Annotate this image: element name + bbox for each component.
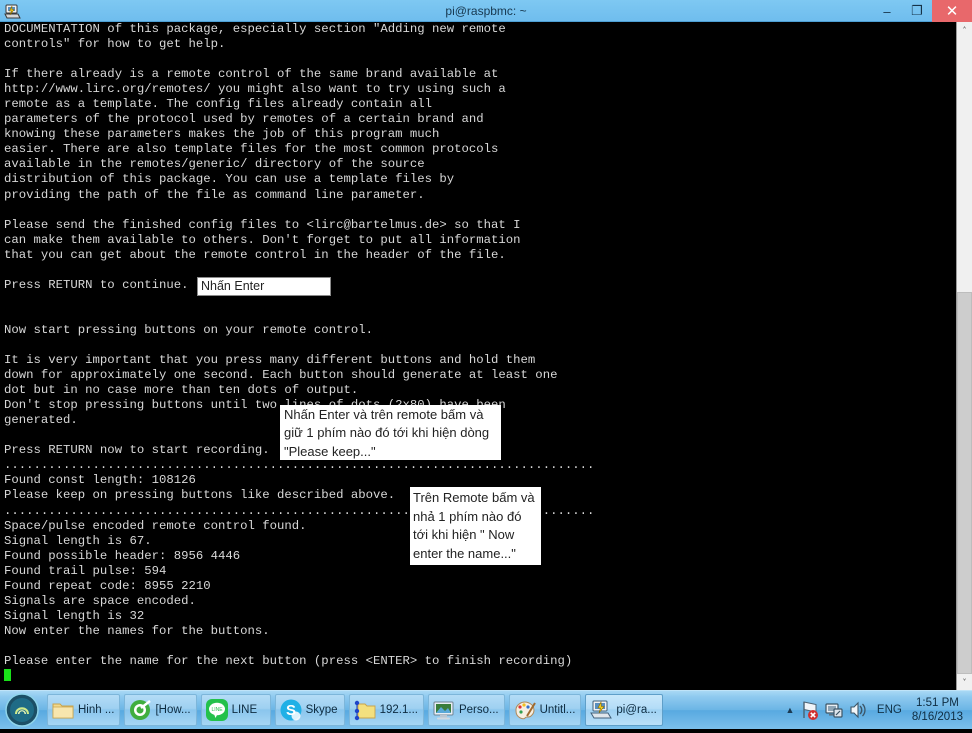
clock[interactable]: 1:51 PM 8/16/2013 xyxy=(909,696,970,724)
close-button[interactable]: ✕ xyxy=(932,0,972,22)
action-center-flag-icon[interactable] xyxy=(799,699,821,721)
language-indicator[interactable]: ENG xyxy=(870,704,909,716)
terminal-line: Please send the finished config files to… xyxy=(4,217,521,232)
terminal-line: If there already is a remote control of … xyxy=(4,67,499,82)
terminal-line: ........................................… xyxy=(4,458,595,473)
terminal-line: down for approximately one second. Each … xyxy=(4,368,558,383)
taskbar-item-putty[interactable]: pi@ra... xyxy=(585,694,663,726)
terminal-line: http://www.lirc.org/remotes/ you might a… xyxy=(4,82,506,97)
annotation-hold-button: Nhấn Enter và trên remote bấm và giữ 1 p… xyxy=(280,405,501,460)
taskbar-buttons: Hinh ... [How... LINE LINE S Skype 192.1… xyxy=(47,693,782,727)
terminal-line: easier. There are also template files fo… xyxy=(4,142,499,157)
terminal-line: Found trail pulse: 594 xyxy=(4,563,167,578)
line-app-icon: LINE xyxy=(205,698,229,722)
volume-icon[interactable] xyxy=(847,699,869,721)
paint-icon xyxy=(513,698,537,722)
annotation-press-release-button: Trên Remote bấm và nhả 1 phím nào đó tới… xyxy=(410,487,541,565)
terminal-line: remote as a template. The config files a… xyxy=(4,97,433,112)
taskbar-item-label: Skype xyxy=(305,704,338,716)
terminal-line: can make them available to others. Don't… xyxy=(4,232,521,247)
terminal-line: Please enter the name for the next butto… xyxy=(4,653,573,668)
system-tray: ▲ ENG 1:51 PM 8/16/2013 xyxy=(782,691,970,729)
terminal-scrollbar[interactable]: ˄ ˅ xyxy=(956,22,972,690)
block-cursor xyxy=(4,669,11,682)
terminal-line: providing the path of the file as comman… xyxy=(4,187,425,202)
show-hidden-icons-button[interactable]: ▲ xyxy=(782,695,798,725)
annotation-press-enter: Nhấn Enter xyxy=(197,277,331,296)
terminal-line: knowing these parameters makes the job o… xyxy=(4,127,440,142)
taskbar-item-network-folder[interactable]: 192.1... xyxy=(348,694,424,726)
terminal-line: Now start pressing buttons on your remot… xyxy=(4,322,373,337)
window-title: pi@raspbmc: ~ xyxy=(445,3,527,18)
taskbar-item-browser[interactable]: [How... xyxy=(124,694,197,726)
start-button[interactable] xyxy=(3,692,41,728)
terminal-line: controls" for how to get help. xyxy=(4,37,226,52)
scroll-up-arrow-icon[interactable]: ˄ xyxy=(957,22,972,38)
display-icon xyxy=(432,698,456,722)
taskbar-item-label: Perso... xyxy=(458,704,499,716)
terminal-output[interactable]: DOCUMENTATION of this package, especiall… xyxy=(0,22,956,690)
taskbar-item-label: 192.1... xyxy=(379,704,418,716)
clock-date: 8/16/2013 xyxy=(911,711,963,723)
network-icon[interactable] xyxy=(823,699,845,721)
network-folder-icon xyxy=(353,698,377,722)
terminal-line: Found repeat code: 8955 2210 xyxy=(4,578,211,593)
terminal-line: parameters of the protocol used by remot… xyxy=(4,112,484,127)
minimize-button[interactable]: – xyxy=(872,0,902,22)
terminal-line: Signal length is 32 xyxy=(4,608,145,623)
terminal-line: distribution of this package. You can us… xyxy=(4,172,455,187)
window-titlebar[interactable]: pi@raspbmc: ~ – ❐ ✕ xyxy=(0,0,972,22)
terminal-line: Now enter the names for the buttons. xyxy=(4,623,270,638)
taskbar-item-label: Untitl... xyxy=(539,704,576,716)
windows-taskbar: Hinh ... [How... LINE LINE S Skype 192.1… xyxy=(0,690,972,729)
maximize-button[interactable]: ❐ xyxy=(902,0,932,22)
terminal-line: DOCUMENTATION of this package, especiall… xyxy=(4,22,506,36)
terminal-line: dot but in no case more than ten dots of… xyxy=(4,383,359,398)
terminal-line: that you can get about the remote contro… xyxy=(4,247,506,262)
terminal-line: available in the remotes/generic/ direct… xyxy=(4,157,425,172)
svg-text:LINE: LINE xyxy=(211,707,223,713)
taskbar-item-line[interactable]: LINE LINE xyxy=(200,694,271,726)
terminal-cursor-line xyxy=(4,669,956,684)
terminal-line: It is very important that you press many… xyxy=(4,353,536,368)
taskbar-item-hinh[interactable]: Hinh ... xyxy=(47,694,121,726)
taskbar-item-label: pi@ra... xyxy=(616,704,657,716)
taskbar-item-personalize[interactable]: Perso... xyxy=(427,694,505,726)
clock-time: 1:51 PM xyxy=(916,697,959,709)
taskbar-item-label: Hinh ... xyxy=(78,704,115,716)
folder-icon xyxy=(51,698,75,722)
browser-icon xyxy=(128,698,152,722)
skype-icon: S xyxy=(279,698,303,722)
taskbar-item-label: [How... xyxy=(155,704,191,716)
scroll-down-arrow-icon[interactable]: ˅ xyxy=(957,674,972,690)
putty-icon xyxy=(3,2,23,20)
taskbar-item-label: LINE xyxy=(231,704,258,716)
taskbar-item-paint[interactable]: Untitl... xyxy=(508,694,582,726)
terminal-line: Press RETURN to continue. xyxy=(4,277,189,292)
putty-window: pi@raspbmc: ~ – ❐ ✕ DOCUMENTATION of thi… xyxy=(0,0,972,690)
taskbar-item-skype[interactable]: S Skype xyxy=(274,694,345,726)
window-controls: – ❐ ✕ xyxy=(872,0,972,22)
putty-icon xyxy=(589,698,613,722)
terminal-line: Signals are space encoded. xyxy=(4,593,196,608)
scrollbar-thumb[interactable] xyxy=(957,292,972,674)
